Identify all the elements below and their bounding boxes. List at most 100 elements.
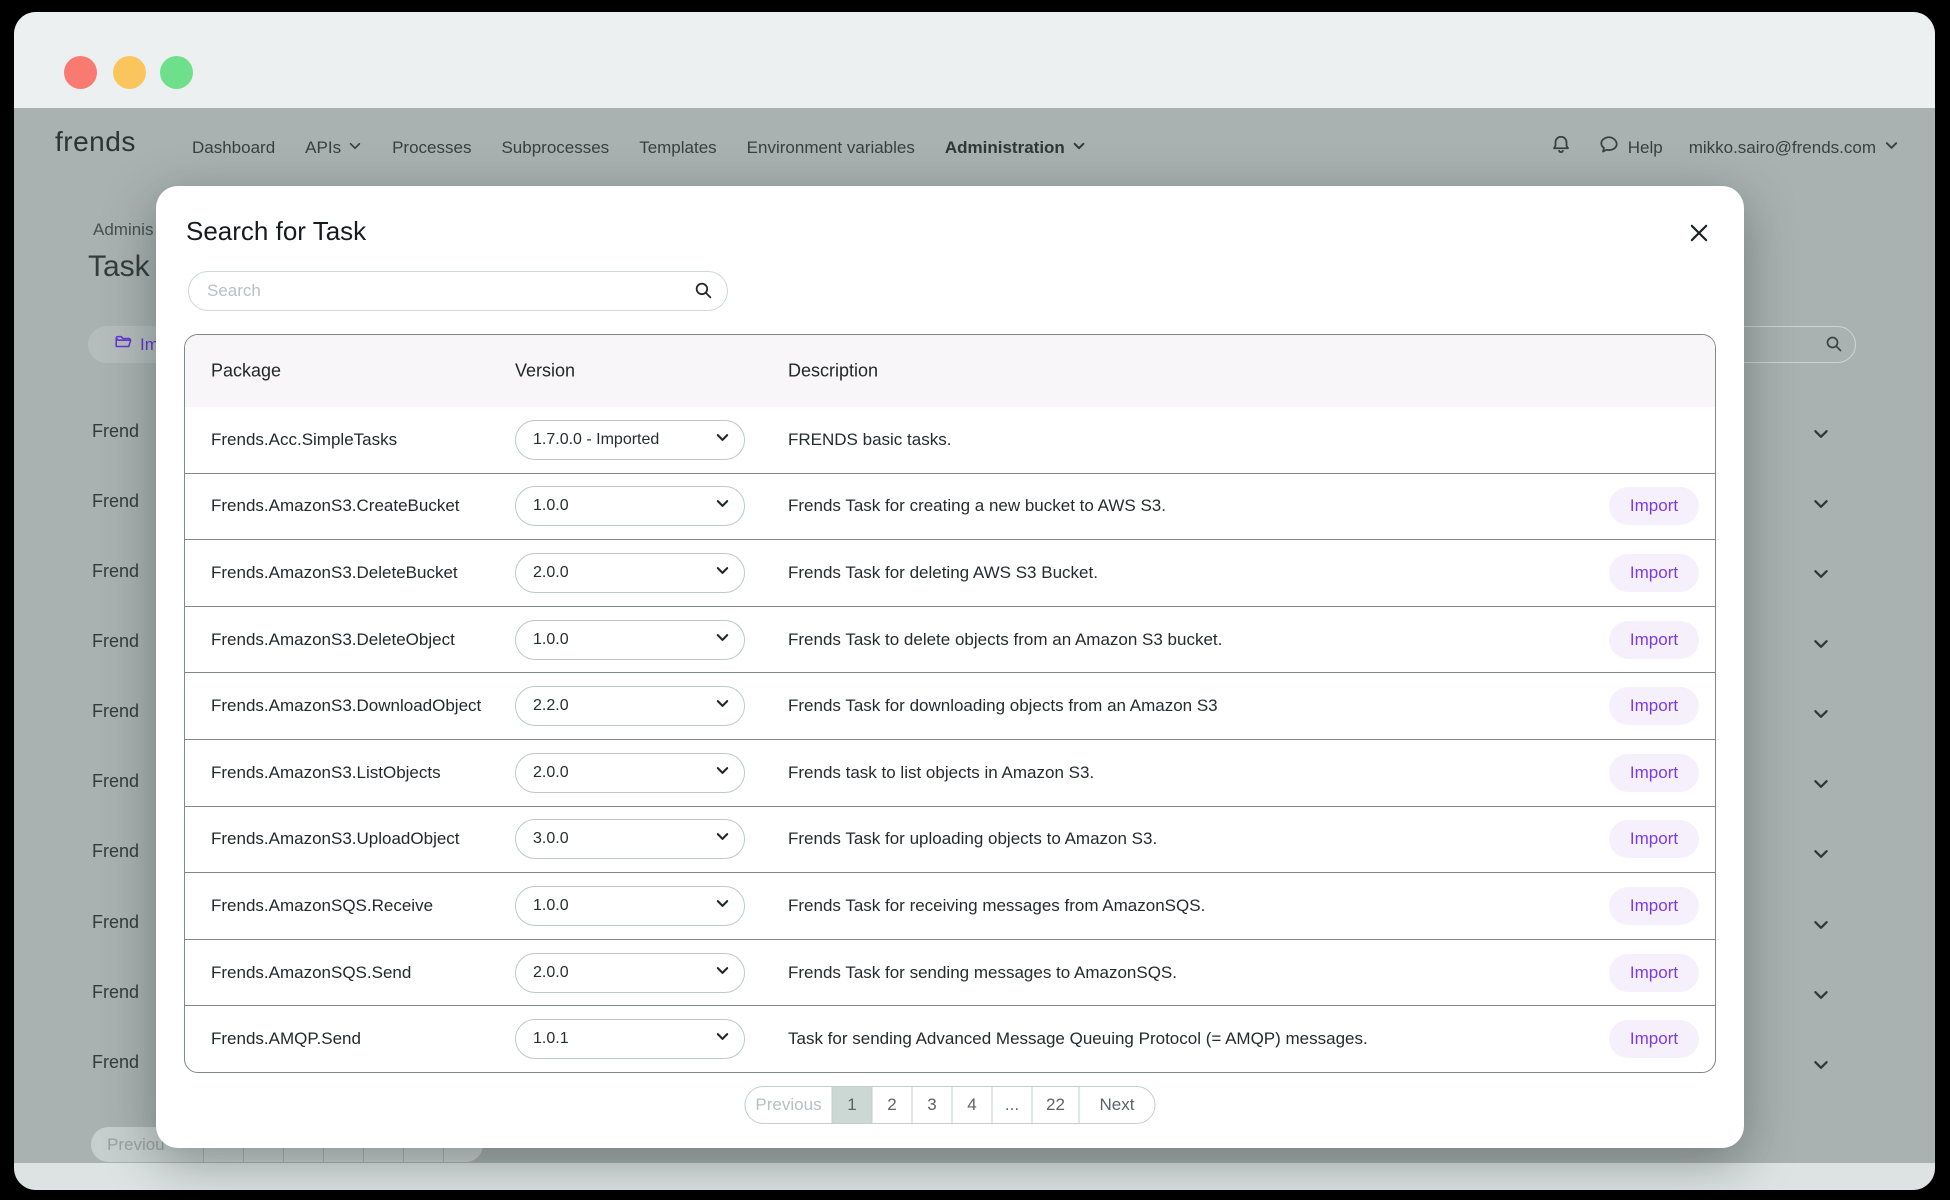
list-item: Frend — [92, 982, 140, 1002]
version-select[interactable]: 1.0.0 — [515, 486, 745, 527]
list-item: Frend — [92, 491, 140, 511]
chevron-down-icon — [715, 896, 730, 916]
chevron-down-icon — [715, 696, 730, 716]
page-button-4[interactable]: 4 — [951, 1087, 992, 1123]
list-item: Frend — [92, 771, 140, 791]
column-header-description: Description — [788, 360, 879, 381]
chevron-down-icon[interactable] — [1812, 845, 1830, 868]
package-name: Frends.AmazonSQS.Receive — [211, 895, 434, 915]
import-button[interactable]: Import — [1609, 620, 1699, 659]
package-name: Frends.AmazonS3.DeleteObject — [211, 629, 455, 649]
chevron-down-icon — [715, 630, 730, 650]
page-button-3[interactable]: 3 — [911, 1087, 952, 1123]
task-package-table: Package Version Description Frends.Acc.S… — [184, 334, 1716, 1073]
chevron-down-icon[interactable] — [1812, 986, 1830, 1009]
package-name: Frends.AmazonSQS.Send — [211, 962, 412, 982]
traffic-light-close-button[interactable] — [64, 56, 97, 89]
chevron-down-icon — [715, 496, 730, 516]
chevron-down-icon[interactable] — [1812, 775, 1830, 798]
import-button[interactable]: Import — [1609, 1020, 1699, 1059]
folder-icon — [114, 333, 132, 356]
search-for-task-dialog: Search for Task Package Version Descript… — [156, 186, 1744, 1148]
import-button[interactable]: Import — [1609, 487, 1699, 526]
page-title: Task — [88, 250, 150, 283]
page-button-22[interactable]: 22 — [1031, 1087, 1079, 1123]
page-button-1[interactable]: 1 — [831, 1087, 872, 1123]
table-row: Frends.Acc.SimpleTasks 1.7.0.0 - Importe… — [185, 407, 1715, 473]
previous-page-button[interactable]: Previous — [746, 1087, 832, 1123]
list-item: Frend — [92, 701, 140, 721]
package-description: Frends Task for creating a new bucket to… — [788, 496, 1166, 516]
chevron-down-icon[interactable] — [1812, 495, 1830, 518]
list-item: Frend — [92, 912, 140, 932]
breadcrumb: Adminis — [93, 220, 154, 239]
table-row: Frends.AmazonSQS.Receive 1.0.0 Frends Ta… — [185, 872, 1715, 939]
next-page-button[interactable]: Next — [1078, 1087, 1155, 1123]
version-select[interactable]: 2.0.0 — [515, 752, 745, 793]
table-row: Frends.AmazonS3.CreateBucket 1.0.0 Frend… — [185, 472, 1715, 540]
list-item: Frend — [92, 561, 140, 581]
package-name: Frends.AMQP.Send — [211, 1029, 361, 1049]
column-header-package: Package — [211, 360, 282, 381]
chevron-down-icon — [715, 1029, 730, 1049]
traffic-light-minimize-button[interactable] — [113, 56, 146, 89]
close-icon[interactable] — [1686, 220, 1712, 246]
version-select[interactable]: 1.0.0 — [515, 619, 745, 660]
app-window: frends Dashboard APIs Processes Subproce… — [14, 12, 1935, 1190]
version-select[interactable]: 1.0.1 — [515, 1019, 745, 1060]
version-select[interactable]: 3.0.0 — [515, 819, 745, 860]
search-input[interactable] — [188, 271, 728, 311]
package-description: Frends Task for deleting AWS S3 Bucket. — [788, 562, 1098, 582]
package-description: Frends task to list objects in Amazon S3… — [788, 762, 1095, 782]
package-description: Frends Task for receiving messages from … — [788, 895, 1206, 915]
table-row: Frends.AmazonS3.DeleteBucket 2.0.0 Frend… — [185, 539, 1715, 606]
list-item: Frend — [92, 841, 140, 861]
package-description: FRENDS basic tasks. — [788, 429, 952, 449]
import-button[interactable]: Import — [1609, 687, 1699, 726]
package-description: Frends Task for sending messages to Amaz… — [788, 962, 1177, 982]
package-description: Frends Task for uploading objects to Ama… — [788, 829, 1158, 849]
dialog-pagination: Previous 1 2 3 4 ... 22 Next — [744, 1086, 1156, 1124]
import-button[interactable]: Import — [1609, 886, 1699, 925]
package-description: Task for sending Advanced Message Queuin… — [788, 1029, 1368, 1049]
import-button[interactable]: Import — [1609, 820, 1699, 859]
import-button[interactable]: Import — [1609, 553, 1699, 592]
table-row: Frends.AmazonS3.ListObjects 2.0.0 Frends… — [185, 738, 1715, 806]
package-name: Frends.Acc.SimpleTasks — [211, 429, 398, 449]
list-item: Frend — [92, 631, 140, 651]
version-select[interactable]: 2.2.0 — [515, 686, 745, 727]
version-select[interactable]: 2.0.0 — [515, 952, 745, 993]
chevron-down-icon[interactable] — [1812, 635, 1830, 658]
page-button-2[interactable]: 2 — [871, 1087, 912, 1123]
import-button[interactable]: Import — [1609, 953, 1699, 992]
search-field — [188, 271, 728, 311]
import-button[interactable]: Import — [1609, 753, 1699, 792]
dialog-title: Search for Task — [186, 216, 367, 246]
chevron-down-icon[interactable] — [1812, 1056, 1830, 1079]
table-row: Frends.AmazonS3.DownloadObject 2.2.0 Fre… — [185, 672, 1715, 739]
version-select[interactable]: 2.0.0 — [515, 552, 745, 593]
search-icon — [1825, 335, 1843, 358]
search-icon — [694, 281, 713, 305]
chevron-down-icon[interactable] — [1812, 425, 1830, 448]
column-header-version: Version — [515, 360, 576, 381]
chevron-down-icon[interactable] — [1812, 705, 1830, 728]
chevron-down-icon — [715, 763, 730, 783]
chevron-down-icon[interactable] — [1812, 916, 1830, 939]
table-row: Frends.AmazonSQS.Send 2.0.0 Frends Task … — [185, 938, 1715, 1006]
package-name: Frends.AmazonS3.DeleteBucket — [211, 562, 458, 582]
package-name: Frends.AmazonS3.DownloadObject — [211, 696, 482, 716]
traffic-light-zoom-button[interactable] — [160, 56, 193, 89]
chevron-down-icon — [715, 829, 730, 849]
table-header: Package Version Description — [185, 335, 1715, 407]
package-description: Frends Task to delete objects from an Am… — [788, 629, 1223, 649]
window-footer-strip — [14, 1163, 1935, 1190]
list-item: Frend — [92, 421, 140, 441]
table-row: Frends.AmazonS3.DeleteObject 1.0.0 Frend… — [185, 605, 1715, 673]
version-select[interactable]: 1.7.0.0 - Imported — [515, 419, 745, 460]
chevron-down-icon[interactable] — [1812, 565, 1830, 588]
list-item: Frend — [92, 1052, 140, 1072]
version-select[interactable]: 1.0.0 — [515, 885, 745, 926]
pagination-ellipsis: ... — [991, 1087, 1032, 1123]
package-name: Frends.AmazonS3.UploadObject — [211, 829, 460, 849]
